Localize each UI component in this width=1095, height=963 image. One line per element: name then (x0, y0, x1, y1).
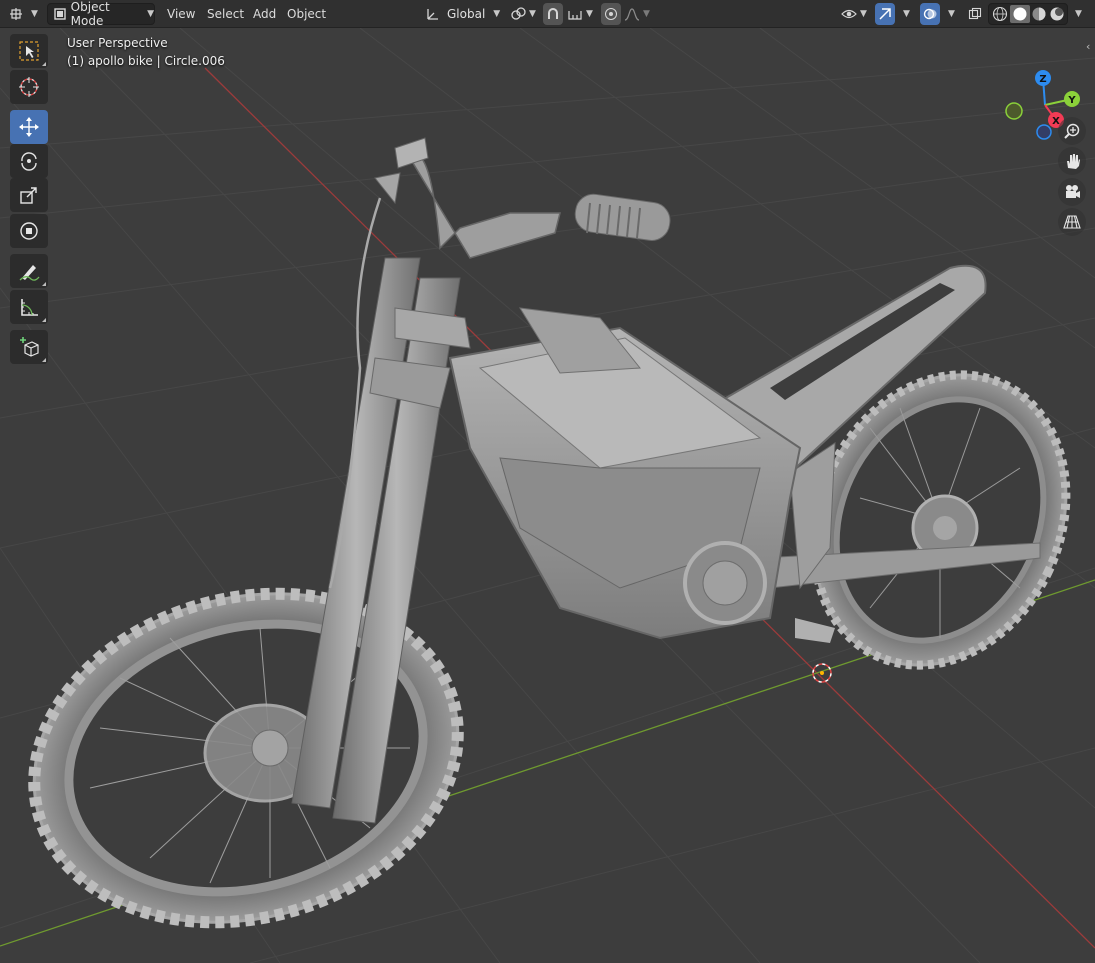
snap-target-selector[interactable]: ▼ (564, 3, 596, 25)
chevron-down-icon: ▼ (31, 9, 38, 19)
add-cube-icon (20, 337, 39, 357)
perspective-grid-icon (1063, 215, 1081, 229)
rotate-tool[interactable] (10, 144, 48, 178)
mode-selector[interactable]: Object Mode ▼ (47, 0, 155, 28)
neg-z-axis-ball[interactable] (1036, 124, 1052, 140)
shading-wireframe-icon[interactable] (992, 6, 1008, 22)
cursor-icon (19, 77, 39, 97)
overlay-toggle-icon (923, 8, 937, 20)
proportional-edit-toggle[interactable] (601, 3, 621, 25)
zoom-button[interactable] (1058, 117, 1086, 145)
chevron-down-icon: ▼ (903, 9, 910, 19)
scale-icon (20, 187, 37, 204)
3d-viewport-icon (10, 8, 23, 20)
annotate-tool[interactable] (10, 254, 48, 288)
editor-type-selector[interactable]: ▼ (5, 3, 41, 25)
active-object-info: (1) apollo bike | Circle.006 (67, 54, 225, 68)
chevron-down-icon: ▼ (1075, 9, 1082, 19)
orientation-label: Global (447, 7, 486, 21)
y-axis-label: Y (1067, 95, 1076, 106)
camera-view-button[interactable] (1058, 178, 1086, 206)
menu-object[interactable]: Object (287, 5, 326, 23)
scale-tool[interactable] (10, 178, 48, 212)
neg-y-axis-ball[interactable] (1005, 102, 1023, 120)
cursor-tool[interactable] (10, 70, 48, 104)
move-icon (19, 117, 39, 137)
viewport-header: ▼ Object Mode ▼ View Select Add Object G… (0, 0, 1095, 28)
chevron-down-icon: ▼ (948, 9, 955, 19)
shading-material-icon[interactable] (1032, 7, 1046, 21)
3d-viewport[interactable]: Z Y X User Perspective (1) apollo bike |… (0, 28, 1095, 963)
gizmo-dropdown[interactable]: ▼ (896, 3, 914, 25)
pan-button[interactable] (1058, 147, 1086, 175)
select-box-tool[interactable] (10, 34, 48, 68)
front-wheel[interactable] (0, 548, 495, 963)
rotate-icon (21, 152, 37, 171)
snap-magnet-icon (548, 8, 558, 19)
zoom-icon (1064, 123, 1080, 139)
object-mode-icon (54, 8, 66, 20)
chevron-down-icon: ▼ (147, 9, 154, 19)
pan-hand-icon (1067, 154, 1080, 169)
shading-rendered-icon[interactable] (1050, 7, 1064, 21)
chevron-down-icon: ▼ (529, 9, 536, 19)
shading-icons (992, 5, 1064, 23)
camera-icon (1066, 185, 1080, 198)
move-tool[interactable] (10, 110, 48, 144)
menu-add[interactable]: Add (253, 5, 276, 23)
shading-dropdown[interactable]: ▼ (1068, 3, 1086, 25)
transform-tool[interactable] (10, 214, 48, 248)
falloff-curve-icon (624, 8, 640, 21)
orientation-axes-icon (427, 9, 438, 20)
snap-increment-icon (568, 11, 582, 20)
perspective-toggle-button[interactable] (1058, 208, 1086, 236)
sidebar-toggle-icon[interactable]: ‹ (1086, 40, 1090, 53)
xray-toggle[interactable] (965, 3, 985, 25)
proportional-edit-icon (605, 8, 617, 20)
visibility-selector[interactable]: ▼ (838, 3, 870, 25)
add-cube-tool[interactable] (10, 330, 48, 364)
gizmo-toggle-icon (879, 8, 891, 20)
chevron-down-icon: ▼ (493, 9, 501, 19)
pivot-point-icon (511, 7, 526, 20)
select-box-icon (19, 41, 39, 61)
shading-solid-icon[interactable] (1013, 7, 1027, 21)
z-axis-label: Z (1039, 74, 1046, 85)
overlay-dropdown[interactable]: ▼ (941, 3, 959, 25)
overlay-toggle[interactable] (920, 3, 940, 25)
shading-mode-group (988, 3, 1068, 25)
falloff-selector[interactable]: ▼ (622, 3, 652, 25)
snap-toggle[interactable] (543, 3, 563, 25)
chevron-down-icon: ▼ (586, 9, 593, 19)
measure-icon (21, 299, 38, 316)
visibility-eye-icon (841, 9, 857, 19)
menu-view[interactable]: View (167, 5, 195, 23)
transform-icon (20, 222, 38, 240)
scene-canvas[interactable]: Z Y X (0, 28, 1095, 963)
chevron-down-icon: ▼ (643, 9, 650, 19)
xray-icon (968, 7, 982, 20)
chevron-down-icon: ▼ (860, 9, 867, 19)
menu-select[interactable]: Select (207, 5, 244, 23)
measure-tool[interactable] (10, 290, 48, 324)
annotate-icon (19, 265, 40, 281)
view-name: User Perspective (67, 36, 168, 50)
transform-orientation-selector[interactable]: Global ▼ (422, 3, 502, 25)
pivot-point-selector[interactable]: ▼ (507, 3, 539, 25)
bike-body[interactable] (448, 307, 835, 643)
mode-label: Object Mode (70, 0, 110, 28)
gizmo-toggle[interactable] (875, 3, 895, 25)
